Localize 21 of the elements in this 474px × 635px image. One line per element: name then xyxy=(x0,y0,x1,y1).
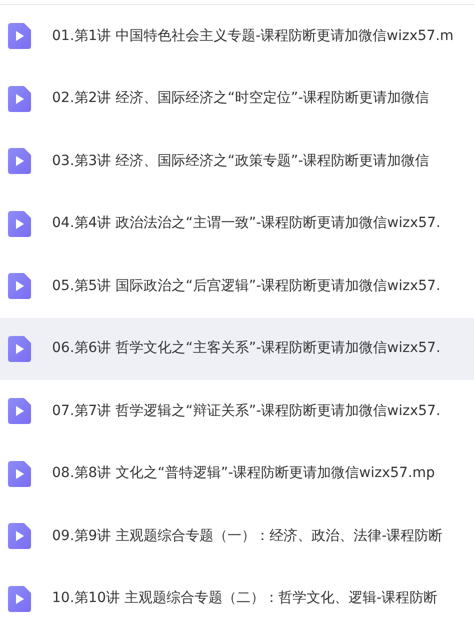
file-name: 03.第3讲 经济、国际经济之“政策专题”-课程防断更请加微信 xyxy=(52,152,430,171)
file-name: 04.第4讲 政治法治之“主谓一致”-课程防断更请加微信wizx57. xyxy=(52,214,440,234)
file-name: 10.第10讲 主观题综合专题（二）：哲学文化、逻辑-课程防断 xyxy=(52,589,438,608)
file-name: 05.第5讲 国际政治之“后宫逻辑”-课程防断更请加微信wizx57. xyxy=(52,276,440,296)
video-file-icon xyxy=(8,586,31,612)
file-name: 07.第7讲 哲学逻辑之“辩证关系”-课程防断更请加微信wizx57. xyxy=(52,402,440,421)
video-file-icon xyxy=(8,86,31,112)
video-file-icon xyxy=(8,398,31,424)
video-file-icon xyxy=(8,523,31,550)
video-file-icon xyxy=(8,23,31,50)
file-name: 08.第8讲 文化之“普特逻辑”-课程防断更请加微信wizx57.mp xyxy=(52,464,435,484)
video-file-icon xyxy=(8,210,31,237)
file-row[interactable]: 06.第6讲 哲学文化之“主客关系”-课程防断更请加微信wizx57. xyxy=(0,318,474,380)
video-file-icon xyxy=(8,273,31,300)
video-file-icon xyxy=(8,336,31,362)
video-file-icon xyxy=(8,148,31,174)
file-name: 09.第9讲 主观题综合专题（一）：经济、政治、法律-课程防断 xyxy=(52,526,443,546)
file-name: 02.第2讲 经济、国际经济之“时空定位”-课程防断更请加微信 xyxy=(52,89,430,108)
video-file-icon xyxy=(8,460,31,487)
file-name: 06.第6讲 哲学文化之“主客关系”-课程防断更请加微信wizx57. xyxy=(52,339,440,358)
file-name: 01.第1讲 中国特色社会主义专题-课程防断更请加微信wizx57.m xyxy=(52,26,454,46)
